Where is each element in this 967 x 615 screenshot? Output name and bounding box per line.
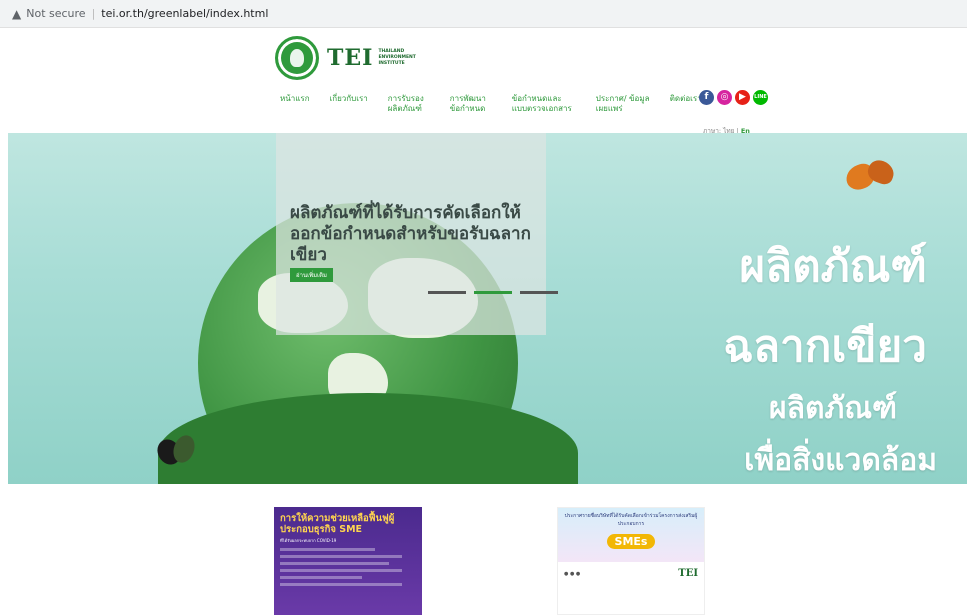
hero-headline-2: ฉลากเขียว xyxy=(723,321,927,372)
security-label[interactable]: Not secure xyxy=(26,7,85,20)
green-label-seal-icon xyxy=(275,36,319,80)
nav-item-home[interactable]: หน้าแรก xyxy=(280,94,310,114)
hero-banner: ผลิตภัณฑ์ ฉลากเขียว ผลิตภัณฑ์ เพื่อสิ่งแ… xyxy=(8,133,967,484)
read-more-button[interactable]: อ่านเพิ่มเติม xyxy=(290,268,333,282)
nav-item-certification[interactable]: การรับรอง ผลิตภัณฑ์ xyxy=(388,94,430,114)
browser-address-bar[interactable]: ▲ Not secure | tei.or.th/greenlabel/inde… xyxy=(0,0,967,28)
main-nav: หน้าแรก เกี่ยวกับเรา การรับรอง ผลิตภัณฑ์… xyxy=(280,94,722,114)
social-links: f ◎ ▶ LINE xyxy=(699,90,768,105)
covid-card-title: การให้ความช่วยเหลือฟื้นฟูผู้ประกอบธุรกิจ… xyxy=(280,513,395,535)
nav-item-contact[interactable]: ติดต่อเรา xyxy=(670,94,702,114)
sme-badge: SMEs xyxy=(606,534,656,549)
slide-indicator-1[interactable] xyxy=(428,291,466,294)
instagram-icon[interactable]: ◎ xyxy=(717,90,732,105)
youtube-icon[interactable]: ▶ xyxy=(735,90,750,105)
url-text[interactable]: tei.or.th/greenlabel/index.html xyxy=(101,7,268,20)
hero-headline-4: เพื่อสิ่งแวดล้อม xyxy=(744,443,937,478)
sme-card-heading: ประกาศรายชื่อบริษัทที่ได้รับคัดเลือกเข้า… xyxy=(564,513,698,527)
facebook-icon[interactable]: f xyxy=(699,90,714,105)
slide-indicator-3[interactable] xyxy=(520,291,558,294)
slide-indicators xyxy=(428,291,558,294)
line-icon[interactable]: LINE xyxy=(753,90,768,105)
green-label-mini-logo: ● ● ● xyxy=(564,570,581,577)
tei-logo-subtitle: THAILAND ENVIRONMENT INSTITUTE xyxy=(378,49,416,66)
nav-item-criteria-development[interactable]: การพัฒนา ข้อกำหนด xyxy=(450,94,492,114)
nav-item-about[interactable]: เกี่ยวกับเรา xyxy=(330,94,368,114)
hero-headline-3: ผลิตภัณฑ์ xyxy=(769,391,897,426)
slide-caption-panel: ผลิตภัณฑ์ที่ได้รับการคัดเลือกให้ออกข้อกำ… xyxy=(276,133,558,335)
warning-icon: ▲ xyxy=(12,6,22,21)
sme-card-tei-logo: TEI xyxy=(678,568,698,579)
covid-sme-news-card[interactable]: การให้ความช่วยเหลือฟื้นฟูผู้ประกอบธุรกิจ… xyxy=(274,507,422,615)
slide-indicator-2[interactable] xyxy=(474,291,512,294)
slide-title: ผลิตภัณฑ์ที่ได้รับการคัดเลือกให้ออกข้อกำ… xyxy=(290,203,531,265)
hero-headline-1: ผลิตภัณฑ์ xyxy=(739,241,927,292)
site-logo[interactable]: TEI THAILAND ENVIRONMENT INSTITUTE xyxy=(275,36,418,80)
nav-item-announcements[interactable]: ประกาศ/ ข้อมูลเผยแพร่ xyxy=(596,94,650,114)
tei-logo-text: TEI xyxy=(327,45,374,71)
nav-item-criteria-documents[interactable]: ข้อกำหนดและ แบบตรวจเอกสาร xyxy=(512,94,576,114)
sme-announcement-card[interactable]: ประกาศรายชื่อบริษัทที่ได้รับคัดเลือกเข้า… xyxy=(557,507,705,615)
separator: | xyxy=(91,7,96,20)
butterfly-icon xyxy=(842,157,897,195)
butterfly-icon xyxy=(152,432,208,469)
covid-card-subtitle: ที่ได้รับผลกระทบจาก COVID-19 xyxy=(280,538,337,543)
